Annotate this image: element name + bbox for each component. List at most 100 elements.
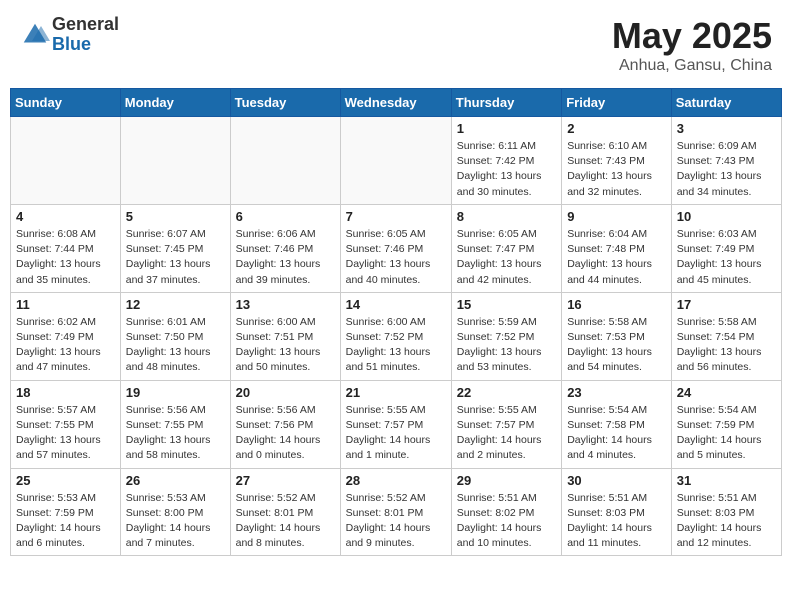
day-number: 9 [567,209,666,224]
day-number: 7 [346,209,446,224]
location-title: Anhua, Gansu, China [612,57,772,75]
weekday-header-monday: Monday [120,89,230,117]
day-detail: Sunrise: 5:51 AM Sunset: 8:03 PM Dayligh… [677,491,776,552]
day-detail: Sunrise: 5:58 AM Sunset: 7:53 PM Dayligh… [567,315,666,376]
calendar-cell: 5Sunrise: 6:07 AM Sunset: 7:45 PM Daylig… [120,204,230,292]
day-detail: Sunrise: 6:03 AM Sunset: 7:49 PM Dayligh… [677,227,776,288]
weekday-header-row: SundayMondayTuesdayWednesdayThursdayFrid… [11,89,782,117]
day-detail: Sunrise: 6:06 AM Sunset: 7:46 PM Dayligh… [236,227,335,288]
day-number: 25 [16,473,115,488]
day-detail: Sunrise: 5:52 AM Sunset: 8:01 PM Dayligh… [236,491,335,552]
calendar-cell: 31 Sunrise: 5:51 AM Sunset: 8:03 PM Dayli… [671,468,781,556]
calendar-cell: 15Sunrise: 5:59 AM Sunset: 7:52 PM Dayli… [451,292,561,380]
day-number: 20 [236,385,335,400]
calendar-cell: 29 Sunrise: 5:51 AM Sunset: 8:02 PM Dayli… [451,468,561,556]
day-detail: Sunrise: 6:11 AM Sunset: 7:42 PM Dayligh… [457,139,556,200]
day-detail: Sunrise: 5:56 AM Sunset: 7:55 PM Dayligh… [126,403,225,464]
day-detail: Sunrise: 6:08 AM Sunset: 7:44 PM Dayligh… [16,227,115,288]
day-number: 31 [677,473,776,488]
day-detail: Sunrise: 6:09 AM Sunset: 7:43 PM Dayligh… [677,139,776,200]
logo-icon [20,20,50,50]
day-number: 26 [126,473,225,488]
calendar-cell: 30Sunrise: 5:51 AM Sunset: 8:03 PM Dayli… [562,468,672,556]
logo-general-text: General [52,15,119,35]
month-title: May 2025 [612,15,772,57]
calendar-cell: 12Sunrise: 6:01 AM Sunset: 7:50 PM Dayli… [120,292,230,380]
calendar-cell: 8 Sunrise: 6:05 AM Sunset: 7:47 PM Daylig… [451,204,561,292]
week-row-2: 4 Sunrise: 6:08 AM Sunset: 7:44 PM Daylig… [11,204,782,292]
day-detail: Sunrise: 5:55 AM Sunset: 7:57 PM Dayligh… [346,403,446,464]
calendar-cell: 23 Sunrise: 5:54 AM Sunset: 7:58 PM Dayli… [562,380,672,468]
week-row-3: 11 Sunrise: 6:02 AM Sunset: 7:49 PM Dayli… [11,292,782,380]
day-number: 12 [126,297,225,312]
day-number: 24 [677,385,776,400]
day-detail: Sunrise: 6:00 AM Sunset: 7:51 PM Dayligh… [236,315,335,376]
weekday-header-thursday: Thursday [451,89,561,117]
day-detail: Sunrise: 5:53 AM Sunset: 8:00 PM Dayligh… [126,491,225,552]
title-block: May 2025 Anhua, Gansu, China [612,15,772,75]
day-number: 1 [457,121,556,136]
calendar-cell: 27Sunrise: 5:52 AM Sunset: 8:01 PM Dayli… [230,468,340,556]
day-number: 23 [567,385,666,400]
calendar-cell: 20Sunrise: 5:56 AM Sunset: 7:56 PM Dayli… [230,380,340,468]
weekday-header-friday: Friday [562,89,672,117]
day-number: 16 [567,297,666,312]
logo-text: General Blue [52,15,119,55]
calendar-cell: 17 Sunrise: 5:58 AM Sunset: 7:54 PM Dayli… [671,292,781,380]
day-detail: Sunrise: 5:53 AM Sunset: 7:59 PM Dayligh… [16,491,115,552]
day-detail: Sunrise: 6:02 AM Sunset: 7:49 PM Dayligh… [16,315,115,376]
calendar-cell: 22Sunrise: 5:55 AM Sunset: 7:57 PM Dayli… [451,380,561,468]
calendar-cell: 4 Sunrise: 6:08 AM Sunset: 7:44 PM Daylig… [11,204,121,292]
day-detail: Sunrise: 6:00 AM Sunset: 7:52 PM Dayligh… [346,315,446,376]
day-number: 4 [16,209,115,224]
calendar-cell: 3Sunrise: 6:09 AM Sunset: 7:43 PM Daylig… [671,117,781,205]
logo-blue-text: Blue [52,35,119,55]
calendar-cell: 25 Sunrise: 5:53 AM Sunset: 7:59 PM Dayli… [11,468,121,556]
weekday-header-wednesday: Wednesday [340,89,451,117]
calendar-cell [120,117,230,205]
day-number: 17 [677,297,776,312]
calendar-cell: 1 Sunrise: 6:11 AM Sunset: 7:42 PM Daylig… [451,117,561,205]
day-detail: Sunrise: 6:10 AM Sunset: 7:43 PM Dayligh… [567,139,666,200]
calendar-cell: 14Sunrise: 6:00 AM Sunset: 7:52 PM Dayli… [340,292,451,380]
day-number: 10 [677,209,776,224]
week-row-5: 25 Sunrise: 5:53 AM Sunset: 7:59 PM Dayli… [11,468,782,556]
day-number: 8 [457,209,556,224]
calendar-table: SundayMondayTuesdayWednesdayThursdayFrid… [10,88,782,556]
calendar-cell: 11 Sunrise: 6:02 AM Sunset: 7:49 PM Dayli… [11,292,121,380]
day-detail: Sunrise: 5:51 AM Sunset: 8:02 PM Dayligh… [457,491,556,552]
day-number: 11 [16,297,115,312]
day-detail: Sunrise: 5:52 AM Sunset: 8:01 PM Dayligh… [346,491,446,552]
weekday-header-tuesday: Tuesday [230,89,340,117]
page-header: General Blue May 2025 Anhua, Gansu, Chin… [10,10,782,80]
calendar-cell [340,117,451,205]
day-detail: Sunrise: 5:51 AM Sunset: 8:03 PM Dayligh… [567,491,666,552]
day-detail: Sunrise: 6:05 AM Sunset: 7:46 PM Dayligh… [346,227,446,288]
day-detail: Sunrise: 5:54 AM Sunset: 7:58 PM Dayligh… [567,403,666,464]
calendar-cell [11,117,121,205]
calendar-cell: 6 Sunrise: 6:06 AM Sunset: 7:46 PM Daylig… [230,204,340,292]
calendar-cell: 28Sunrise: 5:52 AM Sunset: 8:01 PM Dayli… [340,468,451,556]
logo: General Blue [20,15,119,55]
calendar-cell: 18Sunrise: 5:57 AM Sunset: 7:55 PM Dayli… [11,380,121,468]
calendar-cell: 26 Sunrise: 5:53 AM Sunset: 8:00 PM Dayli… [120,468,230,556]
week-row-4: 18Sunrise: 5:57 AM Sunset: 7:55 PM Dayli… [11,380,782,468]
day-detail: Sunrise: 6:05 AM Sunset: 7:47 PM Dayligh… [457,227,556,288]
day-number: 29 [457,473,556,488]
day-detail: Sunrise: 5:55 AM Sunset: 7:57 PM Dayligh… [457,403,556,464]
calendar-cell: 7 Sunrise: 6:05 AM Sunset: 7:46 PM Daylig… [340,204,451,292]
calendar-cell: 13Sunrise: 6:00 AM Sunset: 7:51 PM Dayli… [230,292,340,380]
weekday-header-saturday: Saturday [671,89,781,117]
calendar-cell: 16 Sunrise: 5:58 AM Sunset: 7:53 PM Dayli… [562,292,672,380]
day-detail: Sunrise: 5:59 AM Sunset: 7:52 PM Dayligh… [457,315,556,376]
calendar-cell: 10 Sunrise: 6:03 AM Sunset: 7:49 PM Dayli… [671,204,781,292]
weekday-header-sunday: Sunday [11,89,121,117]
day-number: 6 [236,209,335,224]
calendar-cell: 19Sunrise: 5:56 AM Sunset: 7:55 PM Dayli… [120,380,230,468]
day-detail: Sunrise: 5:58 AM Sunset: 7:54 PM Dayligh… [677,315,776,376]
calendar-cell: 24 Sunrise: 5:54 AM Sunset: 7:59 PM Dayli… [671,380,781,468]
day-number: 18 [16,385,115,400]
day-detail: Sunrise: 6:07 AM Sunset: 7:45 PM Dayligh… [126,227,225,288]
calendar-cell: 21Sunrise: 5:55 AM Sunset: 7:57 PM Dayli… [340,380,451,468]
day-detail: Sunrise: 5:54 AM Sunset: 7:59 PM Dayligh… [677,403,776,464]
